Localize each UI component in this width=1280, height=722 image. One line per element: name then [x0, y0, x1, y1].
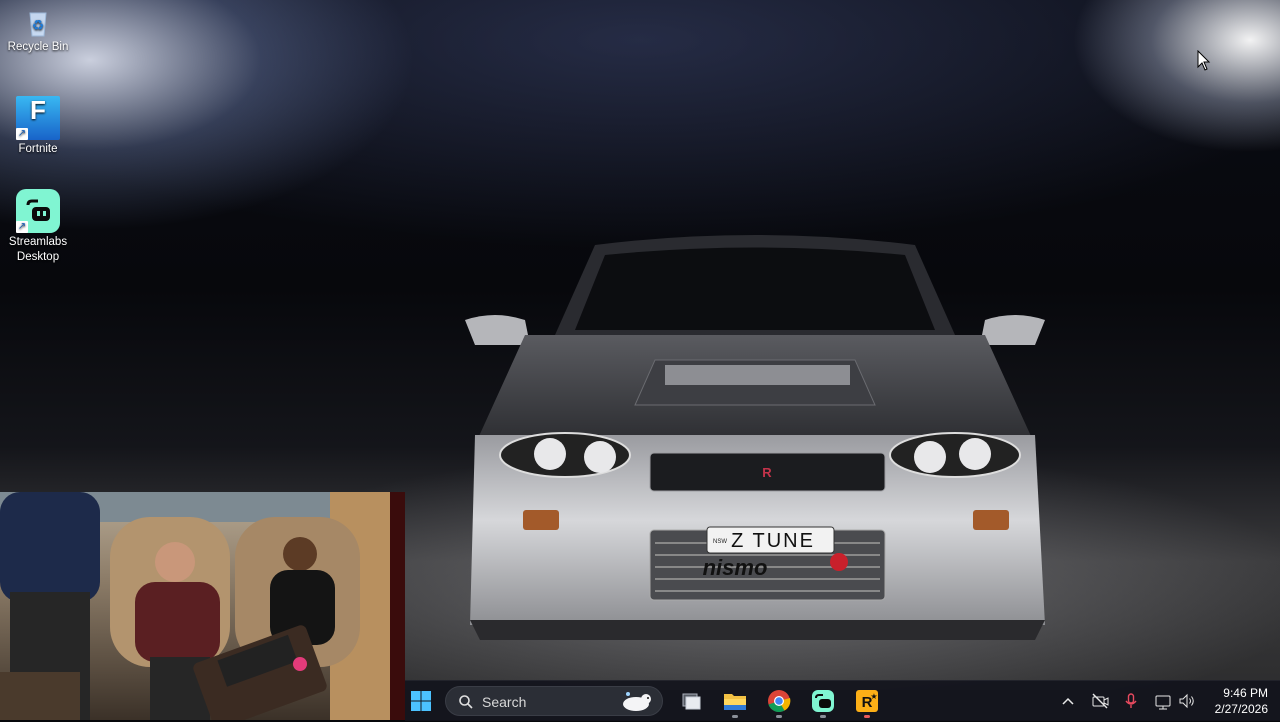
- streamlabs-desktop-icon[interactable]: ↗ Streamlabs Desktop: [1, 189, 75, 265]
- taskbar: Search R ★ 9:46 PM 2/27/2026: [405, 680, 1280, 721]
- start-button[interactable]: [405, 685, 437, 717]
- taskbar-search-box[interactable]: Search: [445, 686, 663, 716]
- streamlabs-icon: ↗: [16, 189, 60, 233]
- plate-side-text: NSW: [713, 539, 727, 545]
- running-indicator: [732, 715, 738, 718]
- search-label: Search: [482, 694, 527, 710]
- desktop-icon-label: Streamlabs Desktop: [8, 236, 68, 263]
- search-icon: [459, 695, 473, 709]
- grille-badge-text: nismo: [703, 555, 768, 580]
- show-hidden-icons-button[interactable]: [1058, 691, 1078, 711]
- wallpaper-car: R NSW Z TUNE nismo: [465, 235, 1045, 640]
- file-explorer-icon: [724, 694, 746, 710]
- desktop-icon-label: Fortnite: [18, 143, 58, 155]
- rockstar-launcher-button[interactable]: R ★: [851, 685, 883, 718]
- running-indicator: [864, 715, 870, 718]
- camera-off-tray-button[interactable]: [1090, 691, 1110, 711]
- task-view-button[interactable]: [675, 685, 707, 717]
- shortcut-arrow-icon: ↗: [16, 128, 28, 140]
- windows-start-icon: [411, 691, 431, 711]
- fortnite-icon: F ↗: [16, 96, 60, 140]
- chrome-icon: [768, 690, 791, 713]
- desktop-icon-label: Recycle Bin: [7, 41, 69, 53]
- streamlabs-taskbar-icon: [812, 690, 834, 712]
- streamlabs-taskbar-button[interactable]: [807, 685, 839, 718]
- chevron-up-icon: [1062, 697, 1074, 705]
- plate-text: Z TUNE: [731, 530, 815, 552]
- mouse-cursor-icon: [1197, 50, 1211, 71]
- speaker-icon: [1179, 693, 1194, 709]
- svg-text:★: ★: [870, 692, 877, 701]
- file-explorer-button[interactable]: [719, 685, 751, 718]
- microphone-tray-button[interactable]: [1121, 691, 1141, 711]
- webcam-scene: [0, 492, 405, 720]
- fortnite-desktop-icon[interactable]: F ↗ Fortnite: [1, 96, 75, 157]
- webcam-overlay: [0, 492, 405, 720]
- recycle-bin-desktop-icon[interactable]: ♻ Recycle Bin: [1, 8, 75, 55]
- clock-date: 2/27/2026: [1214, 702, 1268, 716]
- running-indicator: [820, 715, 826, 718]
- svg-text:R: R: [762, 465, 772, 480]
- microphone-icon: [1125, 693, 1137, 708]
- clock-time: 9:46 PM: [1223, 686, 1268, 700]
- volume-tray-button[interactable]: [1177, 691, 1197, 711]
- network-tray-button[interactable]: [1153, 691, 1173, 711]
- camera-off-icon: [1092, 693, 1109, 709]
- shortcut-arrow-icon: ↗: [16, 221, 28, 233]
- chrome-button[interactable]: [763, 685, 795, 718]
- rockstar-launcher-icon: R ★: [856, 690, 878, 712]
- svg-text:♻: ♻: [32, 18, 45, 34]
- taskbar-clock[interactable]: 9:46 PM 2/27/2026: [1215, 685, 1268, 717]
- running-indicator: [776, 715, 782, 718]
- task-view-icon: [682, 693, 701, 710]
- recycle-bin-icon: ♻: [23, 8, 53, 38]
- search-highlight-polar-bear-icon: [623, 692, 651, 711]
- network-icon: [1155, 695, 1171, 710]
